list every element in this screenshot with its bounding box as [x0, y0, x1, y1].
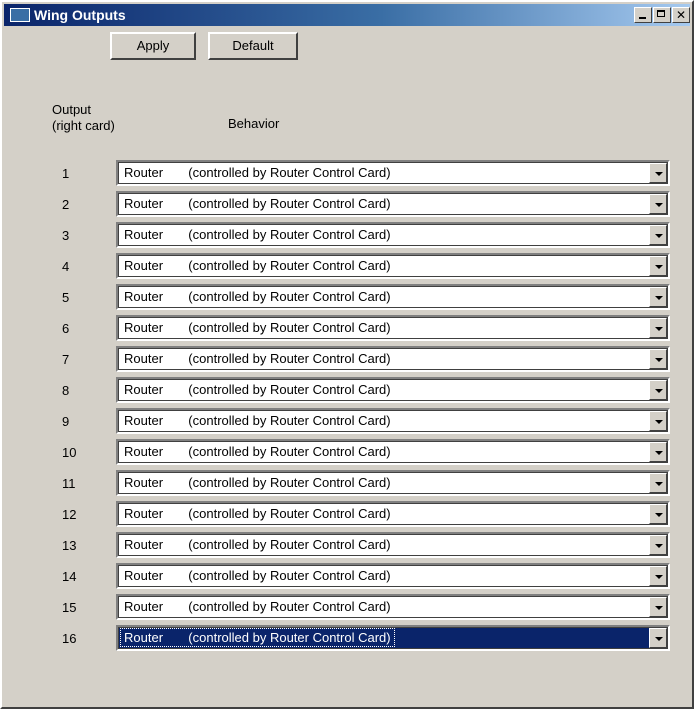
- behavior-header: Behavior: [228, 116, 280, 131]
- apply-button[interactable]: Apply: [110, 32, 196, 60]
- output-number: 9: [62, 414, 70, 429]
- behavior-select[interactable]: Router (controlled by Router Control Car…: [116, 408, 670, 434]
- output-number: 14: [62, 569, 77, 584]
- behavior-select[interactable]: Router (controlled by Router Control Car…: [116, 284, 670, 310]
- output-number: 6: [62, 321, 70, 336]
- behavior-select-value: Router (controlled by Router Control Car…: [124, 444, 391, 459]
- behavior-select[interactable]: Router (controlled by Router Control Car…: [116, 470, 670, 496]
- dropdown-arrow-button[interactable]: [649, 597, 667, 617]
- output-number: 15: [62, 600, 77, 615]
- output-number: 8: [62, 383, 70, 398]
- behavior-select[interactable]: Router (controlled by Router Control Car…: [116, 253, 670, 279]
- output-number: 5: [62, 290, 70, 305]
- behavior-select-value: Router (controlled by Router Control Car…: [124, 568, 391, 583]
- output-number: 7: [62, 352, 70, 367]
- minimize-button[interactable]: [634, 7, 652, 23]
- behavior-select[interactable]: Router (controlled by Router Control Car…: [116, 594, 670, 620]
- dropdown-arrow-button[interactable]: [649, 225, 667, 245]
- output-number: 2: [62, 197, 70, 212]
- output-header-line2: (right card): [52, 118, 115, 133]
- dropdown-arrow-button[interactable]: [649, 380, 667, 400]
- behavior-select[interactable]: Router (controlled by Router Control Car…: [116, 439, 670, 465]
- behavior-select[interactable]: Router (controlled by Router Control Car…: [116, 160, 670, 186]
- dropdown-arrow-button[interactable]: [649, 411, 667, 431]
- output-number: 1: [62, 166, 70, 181]
- output-number: 11: [62, 476, 76, 491]
- behavior-select-value: Router (controlled by Router Control Car…: [124, 351, 391, 366]
- wing-outputs-window: Wing Outputs ✕ Apply Default Output (rig…: [0, 0, 694, 709]
- behavior-select[interactable]: Router (controlled by Router Control Car…: [116, 563, 670, 589]
- output-number: 12: [62, 507, 77, 522]
- window-controls: ✕: [633, 7, 690, 23]
- behavior-select-value: Router (controlled by Router Control Car…: [120, 628, 395, 647]
- output-number: 13: [62, 538, 77, 553]
- output-number: 4: [62, 259, 70, 274]
- dropdown-arrow-button[interactable]: [649, 504, 667, 524]
- behavior-select-value: Router (controlled by Router Control Car…: [124, 258, 391, 273]
- maximize-button[interactable]: [653, 7, 671, 23]
- dropdown-arrow-button[interactable]: [649, 535, 667, 555]
- behavior-select[interactable]: Router (controlled by Router Control Car…: [116, 191, 670, 217]
- dropdown-arrow-button[interactable]: [649, 256, 667, 276]
- behavior-select-value: Router (controlled by Router Control Car…: [124, 599, 391, 614]
- behavior-select[interactable]: Router (controlled by Router Control Car…: [116, 377, 670, 403]
- dropdown-arrow-button[interactable]: [649, 628, 667, 648]
- behavior-select-value: Router (controlled by Router Control Car…: [124, 320, 391, 335]
- behavior-select-value: Router (controlled by Router Control Car…: [124, 506, 391, 521]
- behavior-select-value: Router (controlled by Router Control Car…: [124, 289, 391, 304]
- behavior-select-value: Router (controlled by Router Control Car…: [124, 165, 391, 180]
- behavior-select[interactable]: Router (controlled by Router Control Car…: [116, 346, 670, 372]
- behavior-select[interactable]: Router (controlled by Router Control Car…: [116, 625, 670, 651]
- close-button[interactable]: ✕: [672, 7, 690, 23]
- behavior-select[interactable]: Router (controlled by Router Control Car…: [116, 501, 670, 527]
- dropdown-arrow-button[interactable]: [649, 194, 667, 214]
- behavior-select-value: Router (controlled by Router Control Car…: [124, 382, 391, 397]
- dropdown-arrow-button[interactable]: [649, 349, 667, 369]
- behavior-select[interactable]: Router (controlled by Router Control Car…: [116, 532, 670, 558]
- app-icon: [10, 8, 30, 22]
- behavior-select-value: Router (controlled by Router Control Car…: [124, 413, 391, 428]
- default-button[interactable]: Default: [208, 32, 298, 60]
- dropdown-arrow-button[interactable]: [649, 163, 667, 183]
- dropdown-arrow-button[interactable]: [649, 442, 667, 462]
- behavior-select-value: Router (controlled by Router Control Car…: [124, 475, 391, 490]
- output-number: 3: [62, 228, 70, 243]
- output-header-line1: Output: [52, 102, 92, 117]
- output-number: 10: [62, 445, 77, 460]
- output-number: 16: [62, 631, 77, 646]
- behavior-select[interactable]: Router (controlled by Router Control Car…: [116, 315, 670, 341]
- behavior-select-value: Router (controlled by Router Control Car…: [124, 227, 391, 242]
- dropdown-arrow-button[interactable]: [649, 318, 667, 338]
- dropdown-arrow-button[interactable]: [649, 473, 667, 493]
- behavior-select[interactable]: Router (controlled by Router Control Car…: [116, 222, 670, 248]
- dropdown-arrow-button[interactable]: [649, 287, 667, 307]
- behavior-select-value: Router (controlled by Router Control Car…: [124, 196, 391, 211]
- window-title: Wing Outputs: [34, 7, 126, 23]
- title-bar[interactable]: Wing Outputs ✕: [4, 4, 690, 26]
- behavior-select-value: Router (controlled by Router Control Car…: [124, 537, 391, 552]
- dropdown-arrow-button[interactable]: [649, 566, 667, 586]
